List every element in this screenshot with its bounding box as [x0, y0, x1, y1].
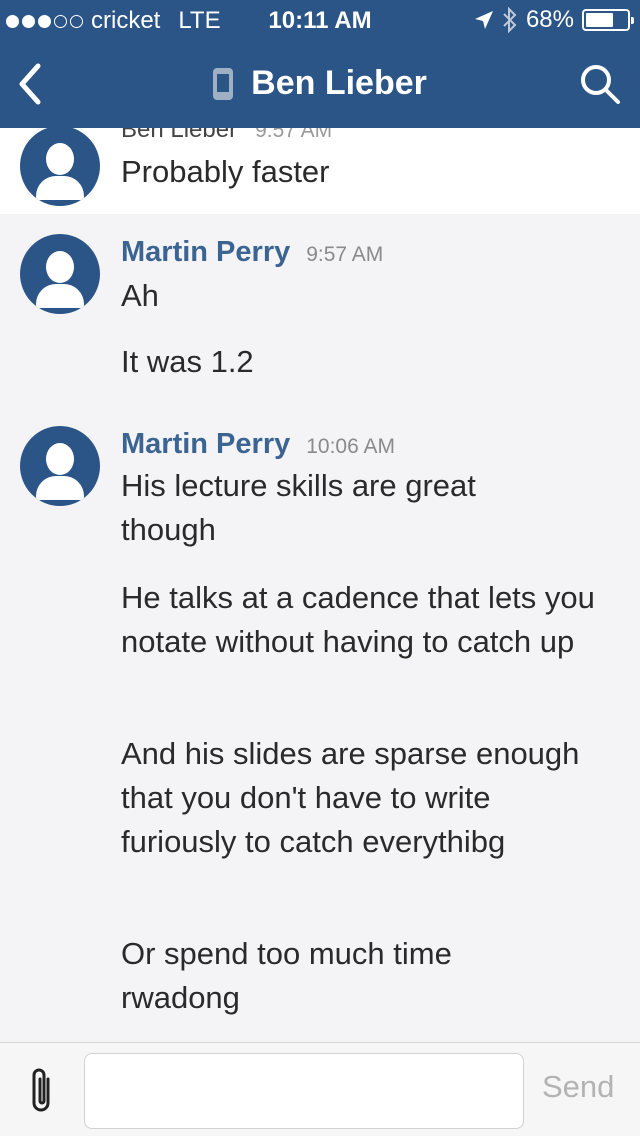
sender-name: Martin Perry: [121, 236, 291, 268]
battery-icon: [582, 9, 634, 31]
paperclip-icon[interactable]: [24, 1065, 60, 1115]
sender-name: Martin Perry: [121, 428, 291, 460]
message-time: 9:57 AM: [306, 243, 384, 266]
avatar[interactable]: [20, 234, 100, 314]
location-arrow-icon: [474, 11, 493, 29]
sender-name: Ben Lieber: [121, 128, 238, 143]
message-text: Probably faster: [121, 154, 330, 189]
sender-header: Martin Perry 9:57 AM: [121, 236, 383, 269]
message-text: He talks at a cadence that lets you nota…: [121, 580, 595, 659]
message-text: Ah: [121, 278, 159, 313]
message-text: Or spend too much time rwadong: [121, 936, 452, 1015]
message-text: His lecture skills are great though: [121, 468, 476, 547]
page-title: Ben Lieber: [251, 64, 427, 102]
message-group: Ben Lieber 9:57 AM Probably faster: [0, 128, 640, 214]
message-time: 9:57 AM: [255, 128, 333, 142]
avatar[interactable]: [20, 426, 100, 506]
phone-icon: [213, 67, 234, 100]
search-icon[interactable]: [578, 62, 622, 106]
status-bar: cricket LTE 10:11 AM 68%: [0, 0, 640, 40]
sender-header: Martin Perry 10:06 AM: [121, 428, 395, 461]
battery-percent: 68%: [525, 6, 574, 33]
message-text: And his slides are sparse enough that yo…: [121, 736, 580, 859]
battery-fill: [586, 13, 614, 27]
message-input[interactable]: [84, 1053, 524, 1129]
send-button[interactable]: Send: [542, 1069, 614, 1105]
nav-bar: Ben Lieber: [0, 40, 640, 128]
message-time: 10:06 AM: [306, 435, 395, 458]
message-text: It was 1.2: [121, 344, 254, 379]
avatar[interactable]: [20, 128, 100, 206]
message-list[interactable]: Ben Lieber 9:57 AM Probably faster Martin…: [0, 128, 640, 1042]
bluetooth-icon: [503, 7, 517, 33]
message-composer: Send: [0, 1042, 640, 1136]
sender-header: Ben Lieber 9:57 AM: [121, 128, 332, 144]
app-header: cricket LTE 10:11 AM 68% Ben Lieber: [0, 0, 640, 128]
